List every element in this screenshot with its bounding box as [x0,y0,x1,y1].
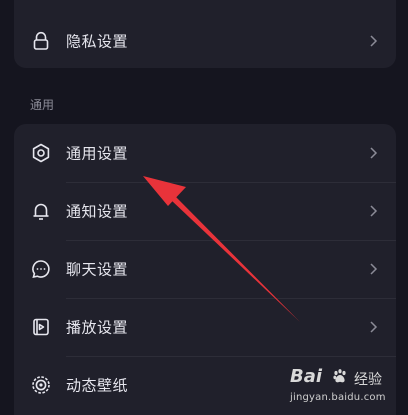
general-settings-item[interactable]: 通用设置 [14,124,396,182]
gear-icon [30,142,52,164]
dynamic-wallpaper-label: 动态壁纸 [66,376,129,395]
lock-icon [30,30,52,52]
settings-screen: 隐私设置 通用 通用设置 通知设置 聊天设置 播放设置 动态壁纸 Bai 经验 … [0,0,408,415]
notification-settings-item[interactable]: 通知设置 [14,182,396,240]
general-settings-label: 通用设置 [66,144,129,163]
notification-settings-label: 通知设置 [66,202,129,221]
watermark-brand: Bai [290,366,323,387]
paw-icon [332,368,348,384]
chevron-right-icon [366,34,380,48]
playback-settings-label: 播放设置 [66,318,129,337]
baidu-jingyan-watermark: Bai 经验 jingyan.baidu.com [288,366,404,410]
play-device-icon [30,316,52,338]
privacy-settings-item[interactable]: 隐私设置 [14,12,396,70]
chat-settings-label: 聊天设置 [66,260,129,279]
privacy-settings-label: 隐私设置 [66,32,129,51]
watermark-url: jingyan.baidu.com [290,392,386,403]
watermark-suffix: 经验 [354,372,382,388]
chevron-right-icon [366,320,380,334]
section-title-general: 通用 [30,98,55,112]
chevron-right-icon [366,262,380,276]
chat-settings-item[interactable]: 聊天设置 [14,240,396,298]
dynamic-wallpaper-icon [30,374,52,396]
bell-icon [30,200,52,222]
privacy-card: 隐私设置 [14,0,396,68]
chevron-right-icon [366,146,380,160]
playback-settings-item[interactable]: 播放设置 [14,298,396,356]
chat-bubble-icon [30,258,52,280]
chevron-right-icon [366,204,380,218]
